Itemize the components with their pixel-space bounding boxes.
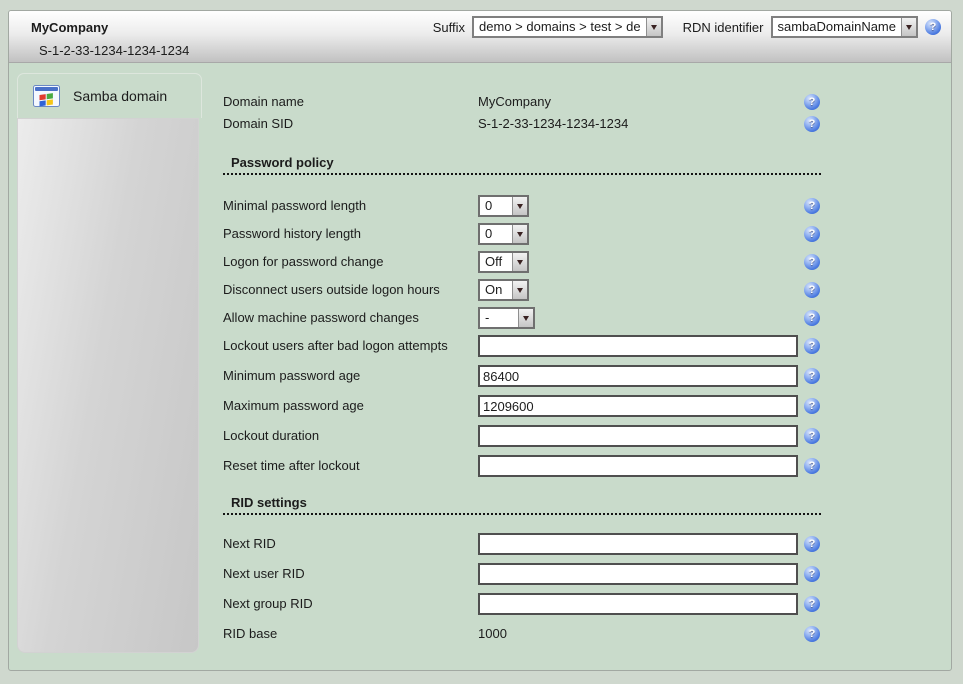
field-label: Domain SID [223,113,478,135]
field-label: Allow machine password changes [223,307,478,329]
help-icon[interactable]: ? [804,338,820,354]
info-row-domain-sid: Domain SID S-1-2-33-1234-1234-1234 ? [223,113,821,135]
row-allow-machine-password-changes: Allow machine password changes - ? [223,307,821,329]
suffix-select[interactable]: demo > domains > test > de [472,16,663,38]
field-label: Password history length [223,223,478,245]
select-value: 0 [480,225,512,243]
samba-domain-form: Domain name MyCompany ? Domain SID S-1-2… [223,91,821,645]
domain-sid-value: S-1-2-33-1234-1234-1234 [478,113,804,135]
lockout-duration-input[interactable] [478,425,798,447]
help-icon[interactable]: ? [804,94,820,110]
help-icon[interactable]: ? [804,310,820,326]
field-label: Lockout users after bad logon attempts [223,335,478,357]
sidebar: Samba domain [17,73,202,653]
dropdown-arrow-icon [646,18,661,36]
field-label: Disconnect users outside logon hours [223,279,478,301]
help-icon[interactable]: ? [804,626,820,642]
password-history-length-select[interactable]: 0 [478,223,529,245]
next-group-rid-input[interactable] [478,593,798,615]
maximum-password-age-input[interactable] [478,395,798,417]
help-icon[interactable]: ? [804,398,820,414]
info-row-domain-name: Domain name MyCompany ? [223,91,821,113]
page-title: MyCompany [31,20,108,35]
row-lockout-users: Lockout users after bad logon attempts ? [223,335,821,357]
tab-samba-domain[interactable]: Samba domain [17,73,202,118]
next-user-rid-input[interactable] [478,563,798,585]
field-label: Domain name [223,91,478,113]
row-disconnect-users: Disconnect users outside logon hours On … [223,279,821,301]
tab-samba-domain-label: Samba domain [73,88,167,104]
row-next-group-rid: Next group RID ? [223,593,821,615]
help-icon[interactable]: ? [804,536,820,552]
field-label: Maximum password age [223,395,478,417]
row-maximum-password-age: Maximum password age ? [223,395,821,417]
rdn-select-value: sambaDomainName [773,18,902,36]
help-icon[interactable]: ? [804,282,820,298]
help-icon[interactable]: ? [804,596,820,612]
header: MyCompany Suffix demo > domains > test >… [9,11,951,63]
dropdown-arrow-icon [901,18,916,36]
help-icon[interactable]: ? [804,368,820,384]
help-icon[interactable]: ? [925,19,941,35]
field-label: Minimal password length [223,195,478,217]
select-value: 0 [480,197,512,215]
domain-sid-subtitle: S-1-2-33-1234-1234-1234 [39,43,189,58]
content-area: Samba domain Domain name MyCompany ? Dom… [9,63,951,671]
field-label: Reset time after lockout [223,455,478,477]
select-value: On [480,281,512,299]
help-icon[interactable]: ? [804,428,820,444]
row-reset-time-after-lockout: Reset time after lockout ? [223,455,821,477]
select-value: - [480,309,518,327]
field-label: Logon for password change [223,251,478,273]
next-rid-input[interactable] [478,533,798,555]
dropdown-arrow-icon [512,225,527,243]
field-label: Next user RID [223,563,478,585]
lockout-users-input[interactable] [478,335,798,357]
dropdown-arrow-icon [512,281,527,299]
field-label: RID base [223,623,478,645]
row-rid-base: RID base 1000 ? [223,623,821,645]
minimum-password-age-input[interactable] [478,365,798,387]
dropdown-arrow-icon [512,253,527,271]
field-label: Next group RID [223,593,478,615]
reset-time-after-lockout-input[interactable] [478,455,798,477]
row-password-history-length: Password history length 0 ? [223,223,821,245]
logon-for-password-change-select[interactable]: Off [478,251,529,273]
samba-domain-window: MyCompany Suffix demo > domains > test >… [8,10,952,671]
field-label: Next RID [223,533,478,555]
suffix-select-value: demo > domains > test > de [474,18,646,36]
rid-base-value: 1000 [478,623,804,645]
help-icon[interactable]: ? [804,116,820,132]
domain-name-value: MyCompany [478,91,804,113]
field-label: Minimum password age [223,365,478,387]
sidebar-panel [17,118,199,653]
section-heading-rid-settings: RID settings [223,495,821,515]
select-value: Off [480,253,512,271]
help-icon[interactable]: ? [804,458,820,474]
row-minimum-password-age: Minimum password age ? [223,365,821,387]
row-next-rid: Next RID ? [223,533,821,555]
field-label: Lockout duration [223,425,478,447]
disconnect-users-select[interactable]: On [478,279,529,301]
dropdown-arrow-icon [518,309,533,327]
rdn-identifier-label: RDN identifier [683,20,764,35]
help-icon[interactable]: ? [804,198,820,214]
rdn-identifier-select[interactable]: sambaDomainName [771,16,919,38]
dropdown-arrow-icon [512,197,527,215]
section-heading-password-policy: Password policy [223,155,821,175]
row-lockout-duration: Lockout duration ? [223,425,821,447]
allow-machine-password-changes-select[interactable]: - [478,307,535,329]
row-logon-for-password-change: Logon for password change Off ? [223,251,821,273]
row-next-user-rid: Next user RID ? [223,563,821,585]
help-icon[interactable]: ? [804,254,820,270]
row-minimal-password-length: Minimal password length 0 ? [223,195,821,217]
windows-logo-icon [33,85,60,107]
suffix-label: Suffix [433,20,465,35]
help-icon[interactable]: ? [804,226,820,242]
help-icon[interactable]: ? [804,566,820,582]
minimal-password-length-select[interactable]: 0 [478,195,529,217]
